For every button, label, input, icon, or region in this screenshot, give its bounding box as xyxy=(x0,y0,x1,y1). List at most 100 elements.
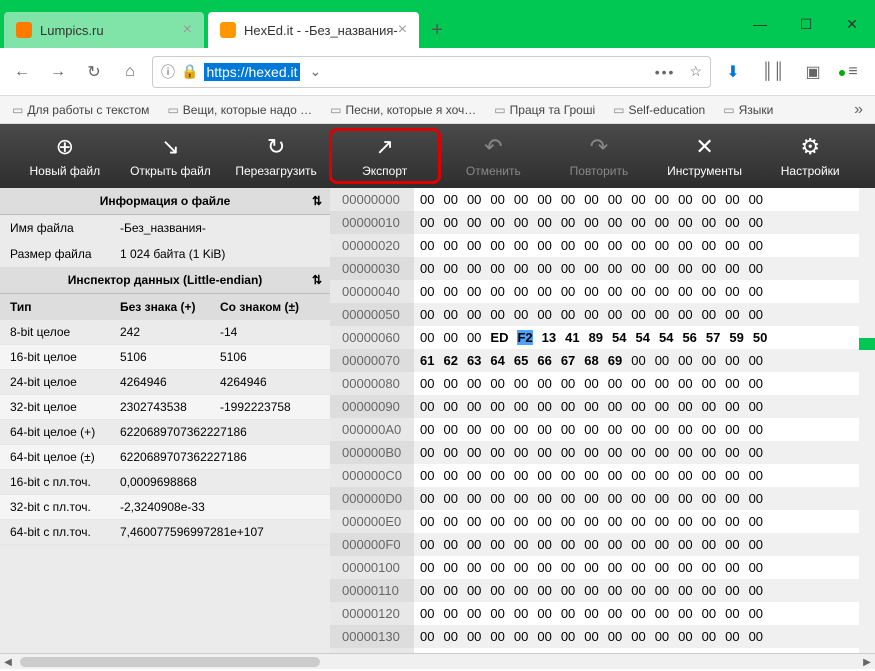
hex-byte[interactable]: 59 xyxy=(729,330,743,345)
hex-byte[interactable]: 00 xyxy=(725,491,739,506)
hex-byte[interactable]: 00 xyxy=(443,629,457,644)
hex-row[interactable]: 000000EDF213418954545456575950 xyxy=(414,326,875,349)
toolbar-button[interactable]: ✕Инструменты xyxy=(652,124,758,188)
hex-byte[interactable]: 00 xyxy=(584,468,598,483)
hex-byte[interactable]: 00 xyxy=(749,284,763,299)
hex-byte[interactable]: 00 xyxy=(702,445,716,460)
bookmark-item[interactable]: ▭Языки xyxy=(723,103,773,117)
hex-byte[interactable]: 00 xyxy=(702,583,716,598)
hex-byte[interactable]: 00 xyxy=(561,261,575,276)
hex-byte[interactable]: 00 xyxy=(443,238,457,253)
hex-byte[interactable]: 00 xyxy=(678,537,692,552)
hex-byte[interactable]: 56 xyxy=(682,330,696,345)
toolbar-button[interactable]: ⊕Новый файл xyxy=(12,124,118,188)
hex-byte[interactable]: 00 xyxy=(537,606,551,621)
hex-byte[interactable]: 00 xyxy=(467,491,481,506)
hex-byte[interactable]: 00 xyxy=(561,307,575,322)
url-text[interactable]: https://hexed.it xyxy=(204,63,299,81)
hex-byte[interactable]: 00 xyxy=(467,307,481,322)
hex-byte[interactable]: 00 xyxy=(725,445,739,460)
hex-byte[interactable]: 00 xyxy=(631,422,645,437)
toolbar-button[interactable]: ↘Открыть файл xyxy=(118,124,224,188)
hex-byte[interactable]: 00 xyxy=(490,261,504,276)
hex-byte[interactable]: 00 xyxy=(608,491,622,506)
file-info-header[interactable]: Информация о файле ⇅ xyxy=(0,188,330,215)
hex-byte[interactable]: 00 xyxy=(561,537,575,552)
hex-byte[interactable]: 00 xyxy=(655,284,669,299)
hex-byte[interactable]: 00 xyxy=(725,514,739,529)
hex-byte[interactable]: 00 xyxy=(584,537,598,552)
hex-byte[interactable]: 00 xyxy=(537,307,551,322)
hex-byte[interactable]: 00 xyxy=(420,560,434,575)
hex-bytes[interactable]: 0000000000000000000000000000000000000000… xyxy=(414,188,875,669)
hex-byte[interactable]: 00 xyxy=(749,537,763,552)
hex-byte[interactable]: 00 xyxy=(537,514,551,529)
hex-byte[interactable]: 00 xyxy=(725,537,739,552)
hex-byte[interactable]: 00 xyxy=(420,192,434,207)
hex-byte[interactable]: 00 xyxy=(725,376,739,391)
hex-byte[interactable]: 00 xyxy=(655,468,669,483)
hex-byte[interactable]: 00 xyxy=(537,376,551,391)
hex-byte[interactable]: 00 xyxy=(443,468,457,483)
hex-byte[interactable]: 00 xyxy=(608,422,622,437)
hex-row[interactable]: 000000000000000000000000000000 xyxy=(414,234,875,257)
hex-byte[interactable]: 65 xyxy=(514,353,528,368)
hex-byte[interactable]: 00 xyxy=(631,238,645,253)
scroll-left-icon[interactable]: ◀ xyxy=(0,654,16,670)
hex-byte[interactable]: 00 xyxy=(702,491,716,506)
toolbar-button[interactable]: ⚙Настройки xyxy=(757,124,863,188)
hex-byte[interactable]: 00 xyxy=(725,261,739,276)
hex-byte[interactable]: 00 xyxy=(631,514,645,529)
hex-byte[interactable]: 00 xyxy=(490,629,504,644)
hex-byte[interactable]: 00 xyxy=(631,215,645,230)
hex-byte[interactable]: 00 xyxy=(749,192,763,207)
hex-byte[interactable]: 00 xyxy=(725,353,739,368)
hex-byte[interactable]: 00 xyxy=(467,376,481,391)
sort-icon[interactable]: ⇅ xyxy=(312,194,322,208)
sort-icon[interactable]: ⇅ xyxy=(312,273,322,287)
hex-byte[interactable]: 00 xyxy=(749,353,763,368)
hex-byte[interactable]: 00 xyxy=(490,399,504,414)
hex-byte[interactable]: 00 xyxy=(584,284,598,299)
hex-byte[interactable]: 00 xyxy=(631,468,645,483)
hex-row[interactable]: 000000000000000000000000000000 xyxy=(414,257,875,280)
hex-byte[interactable]: 00 xyxy=(467,284,481,299)
hex-byte[interactable]: 00 xyxy=(655,261,669,276)
hex-byte[interactable]: 00 xyxy=(631,261,645,276)
hex-byte[interactable]: 00 xyxy=(678,261,692,276)
hex-byte[interactable]: 00 xyxy=(420,238,434,253)
hex-byte[interactable]: 00 xyxy=(584,192,598,207)
hex-byte[interactable]: 00 xyxy=(749,422,763,437)
hex-row[interactable]: 000000000000000000000000000000 xyxy=(414,602,875,625)
hex-byte[interactable]: 00 xyxy=(490,238,504,253)
hex-row[interactable]: 000000000000000000000000000000 xyxy=(414,510,875,533)
hex-row[interactable]: 000000000000000000000000000000 xyxy=(414,280,875,303)
hex-row[interactable]: 000000000000000000000000000000 xyxy=(414,441,875,464)
hex-row[interactable]: 000000000000000000000000000000 xyxy=(414,487,875,510)
hex-byte[interactable]: 00 xyxy=(631,491,645,506)
hex-byte[interactable]: 00 xyxy=(561,215,575,230)
hex-byte[interactable]: 00 xyxy=(702,376,716,391)
hex-byte[interactable]: 00 xyxy=(514,445,528,460)
hex-byte[interactable]: 00 xyxy=(467,330,481,345)
hex-byte[interactable]: 00 xyxy=(749,307,763,322)
hex-byte[interactable]: 00 xyxy=(749,514,763,529)
hex-byte[interactable]: 00 xyxy=(608,537,622,552)
hex-byte[interactable]: 00 xyxy=(490,422,504,437)
hex-byte[interactable]: 00 xyxy=(608,514,622,529)
hex-byte[interactable]: 00 xyxy=(725,399,739,414)
hex-byte[interactable]: 00 xyxy=(490,560,504,575)
hex-byte[interactable]: 00 xyxy=(420,399,434,414)
hex-row[interactable]: 000000000000000000000000000000 xyxy=(414,372,875,395)
hex-byte[interactable]: 00 xyxy=(514,284,528,299)
hex-byte[interactable]: 00 xyxy=(608,307,622,322)
hex-byte[interactable]: 00 xyxy=(702,238,716,253)
hex-byte[interactable]: 00 xyxy=(467,399,481,414)
scroll-thumb[interactable] xyxy=(20,657,320,667)
hex-byte[interactable]: 00 xyxy=(561,192,575,207)
hex-byte[interactable]: 00 xyxy=(678,445,692,460)
toolbar-button[interactable]: ↗Экспорт xyxy=(329,128,441,184)
hex-byte[interactable]: 00 xyxy=(725,629,739,644)
hex-byte[interactable]: 00 xyxy=(584,238,598,253)
hex-byte[interactable]: 00 xyxy=(702,261,716,276)
